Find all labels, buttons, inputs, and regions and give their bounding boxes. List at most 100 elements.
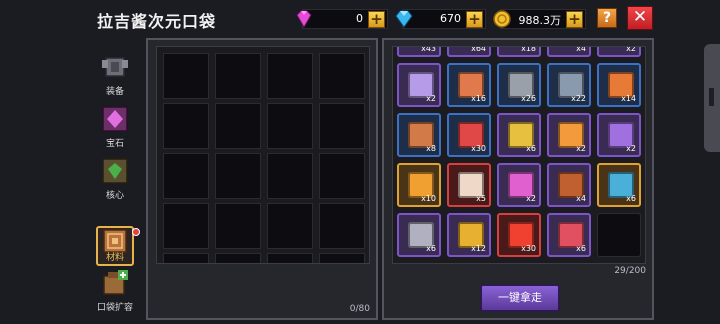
material-slot[interactable]: x64 bbox=[447, 46, 491, 57]
pocket-slot[interactable] bbox=[215, 103, 261, 149]
material-slot[interactable]: x2 bbox=[597, 47, 641, 57]
top-bar: 拉吉酱次元口袋 0 + 670 + 988.3万 + ? ✕ bbox=[0, 0, 720, 38]
materials-capacity: 29/200 bbox=[614, 266, 646, 276]
pocket-slot[interactable] bbox=[267, 153, 313, 199]
sidebar-item-expand-pocket[interactable]: 口袋扩容 bbox=[92, 266, 138, 318]
notification-dot bbox=[132, 228, 140, 236]
add-gems-button[interactable]: + bbox=[368, 11, 385, 28]
pocket-slot[interactable] bbox=[215, 153, 261, 199]
item-quantity: x14 bbox=[621, 94, 636, 103]
expand-pocket-icon bbox=[103, 270, 128, 295]
item-quantity: x5 bbox=[476, 194, 486, 203]
pocket-slot[interactable] bbox=[163, 103, 209, 149]
item-quantity: x30 bbox=[471, 144, 486, 153]
diamond-value: 670 bbox=[440, 12, 461, 25]
material-slot[interactable]: x10 bbox=[397, 163, 441, 207]
item-quantity: x2 bbox=[426, 94, 436, 103]
material-slot[interactable]: x2 bbox=[397, 63, 441, 107]
material-slot[interactable]: x16 bbox=[447, 63, 491, 107]
pocket-slot[interactable] bbox=[163, 153, 209, 199]
item-quantity: x2 bbox=[626, 144, 636, 153]
pink-gem-value: 0 bbox=[356, 12, 363, 25]
sidebar-label-equipment: 装备 bbox=[105, 87, 124, 97]
item-quantity: x2 bbox=[526, 194, 536, 203]
gem-icon bbox=[102, 106, 128, 132]
material-slot[interactable]: x2 bbox=[497, 163, 541, 207]
help-button[interactable]: ? bbox=[597, 8, 617, 28]
armor-icon bbox=[102, 57, 128, 77]
item-quantity: x30 bbox=[521, 244, 536, 253]
pocket-slot[interactable] bbox=[267, 203, 313, 249]
material-slot[interactable]: x6 bbox=[547, 213, 591, 257]
pocket-slot[interactable] bbox=[267, 103, 313, 149]
item-quantity: x6 bbox=[526, 144, 536, 153]
pocket-slot[interactable] bbox=[267, 53, 313, 99]
material-slot[interactable]: x30 bbox=[497, 213, 541, 257]
add-gold-button[interactable]: + bbox=[566, 11, 583, 28]
pocket-slot[interactable] bbox=[215, 203, 261, 249]
material-slot[interactable]: x43 bbox=[397, 46, 441, 57]
material-slot[interactable]: x30 bbox=[447, 113, 491, 157]
sidebar-item-materials[interactable]: 材料 bbox=[92, 206, 140, 266]
pink-gem-counter: 0 + bbox=[296, 9, 388, 29]
pocket-slot[interactable] bbox=[215, 253, 261, 263]
pocket-slot[interactable] bbox=[319, 253, 365, 263]
item-quantity: x4 bbox=[576, 46, 586, 53]
pocket-slot[interactable] bbox=[319, 153, 365, 199]
item-quantity: x16 bbox=[471, 94, 486, 103]
pocket-slot[interactable] bbox=[163, 253, 209, 263]
category-sidebar: 装备 宝石 核心 材料 口袋扩容 bbox=[88, 44, 142, 324]
material-slot[interactable]: x22 bbox=[547, 63, 591, 107]
material-slot[interactable]: x6 bbox=[397, 213, 441, 257]
sidebar-item-gems[interactable]: 宝石 bbox=[92, 102, 138, 154]
sidebar-item-equipment[interactable]: 装备 bbox=[92, 50, 138, 102]
pocket-panel: 0/80 bbox=[146, 38, 378, 320]
material-slot[interactable]: x12 bbox=[447, 213, 491, 257]
material-slot[interactable]: x6 bbox=[597, 163, 641, 207]
material-slot[interactable]: x5 bbox=[447, 163, 491, 207]
material-slot[interactable]: x4 bbox=[547, 163, 591, 207]
material-slot[interactable]: x14 bbox=[597, 63, 641, 107]
gold-coin-icon bbox=[493, 10, 511, 28]
side-scrollbar[interactable] bbox=[704, 44, 720, 152]
pocket-slot[interactable] bbox=[319, 103, 365, 149]
pocket-slot[interactable] bbox=[319, 203, 365, 249]
sidebar-label-expand-pocket: 口袋扩容 bbox=[96, 303, 133, 313]
diamond-icon bbox=[395, 10, 413, 28]
page-title: 拉吉酱次元口袋 bbox=[97, 12, 217, 31]
item-quantity: x2 bbox=[576, 144, 586, 153]
pocket-slot[interactable] bbox=[215, 53, 261, 99]
material-slot[interactable]: x6 bbox=[497, 113, 541, 157]
sidebar-item-core[interactable]: 核心 bbox=[92, 154, 138, 206]
gold-value: 988.3万 bbox=[518, 14, 562, 27]
item-quantity: x18 bbox=[521, 46, 536, 53]
materials-grid[interactable]: x43 x64 x18 x4 x2 x2 x16 x26 x22 x14 x8 x30 x6 x2 x2 x1… bbox=[392, 46, 646, 264]
sidebar-label-gems: 宝石 bbox=[105, 139, 124, 149]
pocket-slot[interactable] bbox=[319, 53, 365, 99]
item-quantity: x4 bbox=[576, 194, 586, 203]
gold-counter: 988.3万 + bbox=[493, 9, 586, 29]
empty-material-slot[interactable] bbox=[597, 213, 641, 257]
scrollbar-thumb[interactable] bbox=[709, 88, 714, 106]
take-all-button[interactable]: 一键拿走 bbox=[480, 284, 560, 312]
material-slot[interactable]: x2 bbox=[547, 113, 591, 157]
pocket-slot[interactable] bbox=[163, 53, 209, 99]
pocket-capacity: 0/80 bbox=[349, 304, 370, 314]
material-slot[interactable]: x2 bbox=[597, 113, 641, 157]
material-slot[interactable]: x26 bbox=[497, 63, 541, 107]
material-slot[interactable]: x4 bbox=[547, 46, 591, 57]
item-quantity: x64 bbox=[471, 46, 486, 53]
sidebar-label-materials: 材料 bbox=[105, 253, 124, 263]
pocket-slot[interactable] bbox=[267, 253, 313, 263]
item-quantity: x43 bbox=[421, 46, 436, 53]
sidebar-label-core: 核心 bbox=[105, 191, 124, 201]
add-diamonds-button[interactable]: + bbox=[466, 11, 483, 28]
material-slot[interactable]: x8 bbox=[397, 113, 441, 157]
pocket-slot[interactable] bbox=[163, 203, 209, 249]
item-quantity: x12 bbox=[471, 244, 486, 253]
item-quantity: x26 bbox=[521, 94, 536, 103]
item-quantity: x10 bbox=[421, 194, 436, 203]
close-button[interactable]: ✕ bbox=[627, 6, 653, 30]
material-slot[interactable]: x18 bbox=[497, 46, 541, 57]
pocket-grid[interactable] bbox=[156, 46, 370, 264]
